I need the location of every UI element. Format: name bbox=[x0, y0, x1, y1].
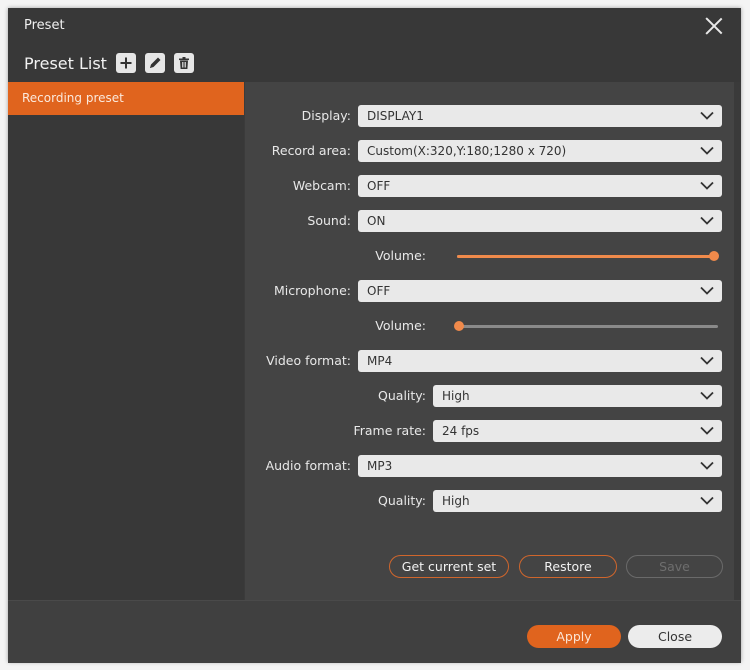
webcam-select[interactable]: OFF bbox=[358, 175, 722, 197]
plus-icon bbox=[120, 57, 132, 69]
audio-quality-select[interactable]: High bbox=[433, 490, 722, 512]
video-quality-value: High bbox=[442, 389, 470, 403]
display-value: DISPLAY1 bbox=[367, 109, 424, 123]
delete-preset-button[interactable] bbox=[174, 53, 194, 73]
slider-thumb[interactable] bbox=[709, 251, 719, 261]
preset-sidebar: Recording preset bbox=[8, 82, 244, 600]
chevron-down-icon bbox=[700, 286, 714, 295]
trash-icon bbox=[179, 57, 189, 69]
record-area-select[interactable]: Custom(X:320,Y:180;1280 x 720) bbox=[358, 140, 722, 162]
video-quality-select[interactable]: High bbox=[433, 385, 722, 407]
sound-label: Sound: bbox=[307, 213, 351, 228]
slider-fill bbox=[457, 255, 714, 258]
frame-rate-value: 24 fps bbox=[442, 424, 480, 438]
slider-track bbox=[459, 325, 718, 328]
restore-button[interactable]: Restore bbox=[519, 555, 617, 578]
preset-item-recording[interactable]: Recording preset bbox=[8, 82, 244, 115]
display-select[interactable]: DISPLAY1 bbox=[358, 105, 722, 127]
chevron-down-icon bbox=[700, 146, 714, 155]
chevron-down-icon bbox=[700, 461, 714, 470]
apply-button[interactable]: Apply bbox=[527, 625, 621, 648]
mic-volume-label: Volume: bbox=[375, 318, 426, 333]
webcam-label: Webcam: bbox=[292, 178, 351, 193]
record-area-value: Custom(X:320,Y:180;1280 x 720) bbox=[367, 144, 567, 158]
frame-rate-select[interactable]: 24 fps bbox=[433, 420, 722, 442]
preset-dialog: Preset Preset List Recording preset Disp… bbox=[8, 8, 741, 663]
microphone-value: OFF bbox=[367, 284, 391, 298]
add-preset-button[interactable] bbox=[116, 53, 136, 73]
audio-format-select[interactable]: MP3 bbox=[358, 455, 722, 477]
chevron-down-icon bbox=[700, 496, 714, 505]
video-format-select[interactable]: MP4 bbox=[358, 350, 722, 372]
chevron-down-icon bbox=[700, 181, 714, 190]
dialog-title: Preset bbox=[24, 18, 65, 33]
audio-quality-value: High bbox=[442, 494, 470, 508]
preset-list-title: Preset List bbox=[24, 54, 107, 73]
panel-edge bbox=[734, 82, 741, 600]
sound-volume-slider[interactable] bbox=[457, 250, 719, 262]
chevron-down-icon bbox=[700, 111, 714, 120]
sound-select[interactable]: ON bbox=[358, 210, 722, 232]
title-bar: Preset bbox=[8, 8, 741, 44]
mic-volume-slider[interactable] bbox=[454, 320, 718, 332]
video-quality-label: Quality: bbox=[378, 388, 426, 403]
preset-list-header: Preset List bbox=[8, 44, 741, 82]
frame-rate-label: Frame rate: bbox=[353, 423, 426, 438]
webcam-value: OFF bbox=[367, 179, 391, 193]
close-button[interactable]: Close bbox=[628, 625, 722, 648]
close-x-icon[interactable] bbox=[705, 17, 723, 35]
sound-value: ON bbox=[367, 214, 386, 228]
save-button[interactable]: Save bbox=[626, 555, 723, 578]
microphone-select[interactable]: OFF bbox=[358, 280, 722, 302]
video-format-label: Video format: bbox=[266, 353, 351, 368]
chevron-down-icon bbox=[700, 391, 714, 400]
audio-format-label: Audio format: bbox=[265, 458, 351, 473]
slider-thumb[interactable] bbox=[454, 321, 464, 331]
microphone-label: Microphone: bbox=[274, 283, 351, 298]
display-label: Display: bbox=[301, 108, 351, 123]
video-format-value: MP4 bbox=[367, 354, 393, 368]
dialog-footer: Apply Close bbox=[8, 600, 741, 663]
pencil-icon bbox=[150, 57, 161, 68]
audio-format-value: MP3 bbox=[367, 459, 393, 473]
sound-volume-label: Volume: bbox=[375, 248, 426, 263]
chevron-down-icon bbox=[700, 356, 714, 365]
edit-preset-button[interactable] bbox=[145, 53, 165, 73]
chevron-down-icon bbox=[700, 216, 714, 225]
get-current-set-button[interactable]: Get current set bbox=[389, 555, 509, 578]
chevron-down-icon bbox=[700, 426, 714, 435]
audio-quality-label: Quality: bbox=[378, 493, 426, 508]
record-area-label: Record area: bbox=[271, 143, 351, 158]
